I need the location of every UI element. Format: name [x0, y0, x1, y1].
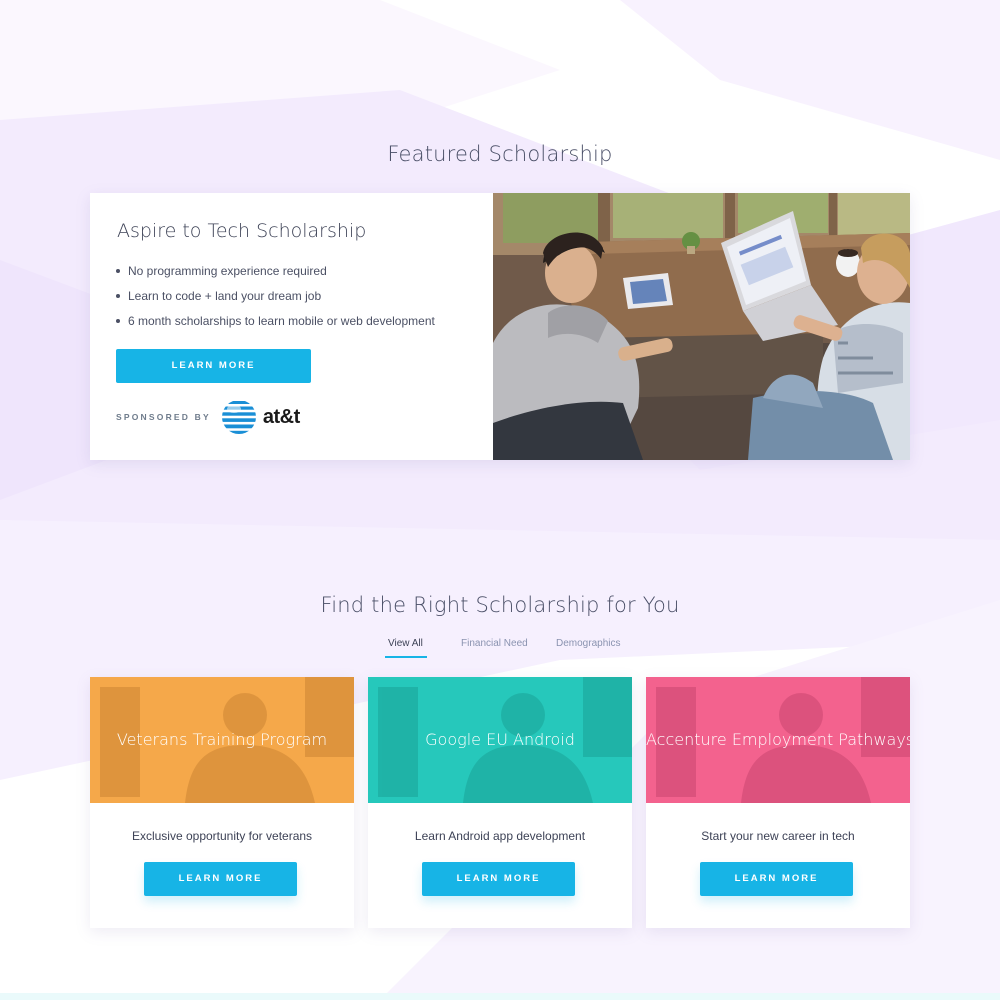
featured-photo [493, 193, 910, 460]
bottom-strip [0, 993, 1000, 1000]
program-description: Learn Android app development [414, 829, 586, 843]
tab-financial-need[interactable]: Financial Need [461, 636, 528, 658]
tab-demographics[interactable]: Demographics [556, 636, 620, 658]
program-description: Start your new career in tech [701, 829, 855, 843]
bullet-item: Learn to code + land your dream job [116, 289, 467, 314]
featured-card-content: Aspire to Tech Scholarship No programmin… [90, 193, 493, 460]
find-section-title: Find the Right Scholarship for You [320, 593, 680, 617]
featured-scholarship-title: Aspire to Tech Scholarship [117, 220, 367, 242]
featured-learn-more-button[interactable]: LEARN MORE [116, 349, 311, 383]
filter-tabs: View All Financial Need Demographics [0, 636, 1000, 660]
card-header: Google EU Android [368, 677, 632, 803]
program-description: Exclusive opportunity for veterans [131, 829, 313, 843]
android-learn-more-button[interactable]: LEARN MORE [422, 862, 575, 896]
sponsor-row: SPONSORED BY at&t [116, 399, 467, 435]
accenture-learn-more-button[interactable]: LEARN MORE [700, 862, 853, 896]
featured-bullet-list: No programming experience required Learn… [116, 264, 467, 339]
program-title: Google EU Android [425, 730, 575, 749]
veterans-learn-more-button[interactable]: LEARN MORE [144, 862, 297, 896]
program-title: Accenture Employment Pathways [646, 730, 910, 749]
bullet-item: 6 month scholarships to learn mobile or … [116, 314, 467, 339]
program-card-google-eu-android: Google EU Android Learn Android app deve… [368, 677, 632, 928]
att-logo: at&t [219, 399, 300, 435]
program-card-veterans: Veterans Training Program Exclusive oppo… [90, 677, 354, 928]
att-globe-icon [221, 400, 256, 434]
card-header: Accenture Employment Pathways [646, 677, 910, 803]
att-logo-text: at&t [262, 405, 300, 428]
two-people-laptop-photo-icon [493, 193, 910, 460]
program-title: Veterans Training Program [116, 730, 328, 749]
featured-scholarship-card: Aspire to Tech Scholarship No programmin… [90, 193, 910, 460]
active-tab-indicator [385, 656, 427, 658]
tab-view-all[interactable]: View All [388, 636, 423, 658]
card-header: Veterans Training Program [90, 677, 354, 803]
program-card-accenture: Accenture Employment Pathways Start your… [646, 677, 910, 928]
featured-section-title: Featured Scholarship [387, 142, 613, 166]
sponsor-label: SPONSORED BY [116, 412, 211, 422]
bullet-item: No programming experience required [116, 264, 467, 289]
